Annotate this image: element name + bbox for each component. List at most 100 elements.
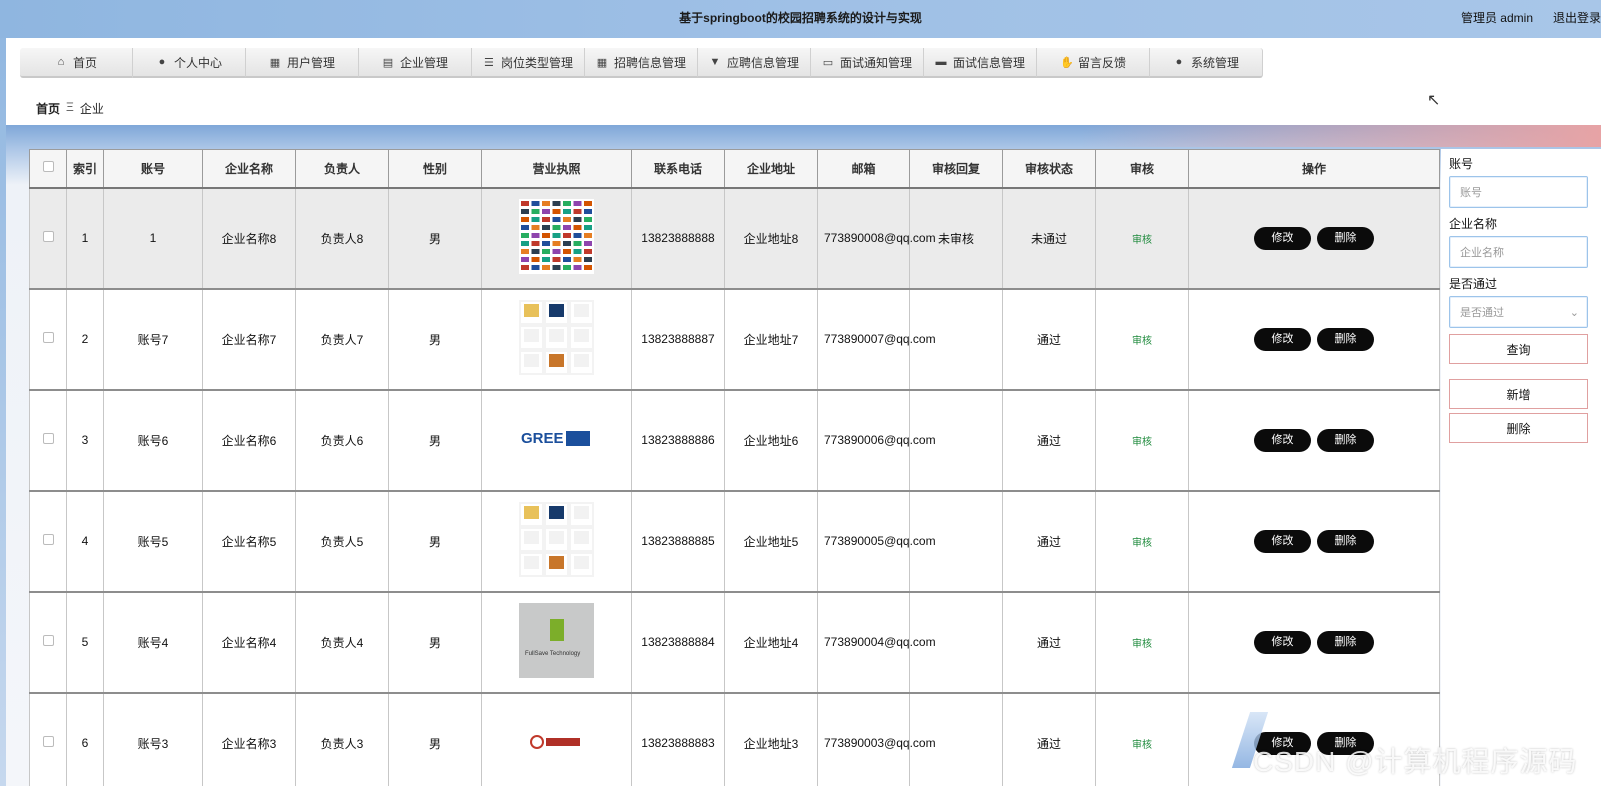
nav-item-7[interactable]: ▭ 面试通知管理	[811, 48, 924, 78]
business-licence-image[interactable]	[519, 199, 594, 274]
edit-button[interactable]: 修改	[1254, 226, 1311, 250]
table-row[interactable]: 4 账号5 企业名称5 负责人5 男 13823888885 企业地址5 773890005@…	[29, 490, 1440, 593]
search-panel: 账号 账号 企业名称 企业名称 是否通过 是否通过 ⌄ 查询 新增 删除	[1441, 149, 1601, 786]
pin-icon: ▼	[709, 56, 721, 68]
audit-status-cell: 通过	[1002, 389, 1096, 492]
actions-cell: 修改 删除	[1188, 490, 1440, 593]
table-row[interactable]: 1 1 企业名称8 负责人8 男 13823888888 企业地址8 773890008@qq…	[29, 187, 1440, 290]
briefcase-icon: ▬	[935, 56, 947, 68]
audit-status-cell: 通过	[1002, 288, 1096, 391]
home-icon: ⌂	[57, 56, 65, 68]
column-header: 联系电话	[631, 149, 725, 189]
gender-cell: 男	[388, 187, 482, 290]
edit-button[interactable]: 修改	[1254, 327, 1311, 351]
audit-link[interactable]: 审核	[1132, 437, 1152, 448]
delete-button[interactable]: 删除	[1317, 428, 1374, 452]
owner-cell: 负责人7	[295, 288, 389, 391]
nav-item-1[interactable]: ● 个人中心	[133, 48, 246, 78]
nav-item-8[interactable]: ▬ 面试信息管理	[924, 48, 1037, 78]
nav-item-9[interactable]: ✋ 留言反馈	[1037, 48, 1150, 78]
pass-status-label: 是否通过	[1449, 277, 1498, 291]
column-header: 负责人	[295, 149, 389, 189]
row-checkbox[interactable]	[42, 635, 54, 646]
email-cell: 773890003@qq.com	[817, 692, 936, 786]
column-header: 审核状态	[1002, 149, 1096, 189]
row-checkbox[interactable]	[42, 736, 54, 747]
nav-item-6[interactable]: ▼ 应聘信息管理	[698, 48, 811, 78]
audit-link[interactable]: 审核	[1132, 336, 1152, 347]
edit-button[interactable]: 修改	[1254, 630, 1311, 654]
audit-link[interactable]: 审核	[1132, 235, 1152, 246]
phone-cell: 13823888883	[631, 692, 725, 786]
nav-item-2[interactable]: ▦ 用户管理	[246, 48, 359, 78]
row-checkbox-cell	[29, 490, 67, 593]
row-checkbox[interactable]	[42, 433, 54, 444]
batch-delete-button[interactable]: 删除	[1449, 413, 1588, 443]
table-row[interactable]: 2 账号7 企业名称7 负责人7 男 13823888887 企业地址7 773890007@…	[29, 288, 1440, 391]
phone-cell: 13823888885	[631, 490, 725, 593]
nav-item-3[interactable]: ▤ 企业管理	[359, 48, 472, 78]
audit-link[interactable]: 审核	[1132, 538, 1152, 549]
address-cell: 企业地址6	[724, 389, 818, 492]
delete-button[interactable]: 删除	[1317, 327, 1374, 351]
clipboard-icon: ▤	[382, 56, 394, 69]
delete-button[interactable]: 删除	[1317, 630, 1374, 654]
account-search-input[interactable]: 账号	[1449, 176, 1588, 208]
index-cell: 5	[66, 591, 104, 694]
breadcrumb-home[interactable]: 首页	[36, 100, 60, 117]
row-checkbox-cell	[29, 288, 67, 391]
row-checkbox-cell	[29, 389, 67, 492]
gender-cell: 男	[388, 591, 482, 694]
index-cell: 2	[66, 288, 104, 391]
audit-link[interactable]: 审核	[1132, 639, 1152, 650]
add-button[interactable]: 新增	[1449, 379, 1588, 409]
account-cell: 账号5	[103, 490, 203, 593]
company-name-cell: 企业名称4	[202, 591, 296, 694]
row-checkbox[interactable]	[42, 534, 54, 545]
nav-item-5[interactable]: ▦ 招聘信息管理	[585, 48, 698, 78]
audit-cell: 审核	[1095, 591, 1189, 694]
logout-link[interactable]: 退出登录	[1553, 9, 1601, 26]
email-cell: 773890005@qq.com	[817, 490, 936, 593]
row-checkbox-cell	[29, 692, 67, 786]
edit-button[interactable]: 修改	[1254, 428, 1311, 452]
business-licence-image[interactable]	[519, 300, 594, 375]
audit-cell: 审核	[1095, 187, 1189, 290]
row-checkbox[interactable]	[42, 332, 54, 343]
business-licence-image[interactable]: FullSave Technology	[519, 603, 594, 678]
nav-item-10[interactable]: ● 系统管理	[1150, 48, 1263, 78]
select-all-checkbox[interactable]	[29, 149, 67, 189]
audit-cell: 审核	[1095, 288, 1189, 391]
address-cell: 企业地址3	[724, 692, 818, 786]
account-cell: 1	[103, 187, 203, 290]
nav-item-0[interactable]: ⌂ 首页	[20, 48, 133, 78]
delete-button[interactable]: 删除	[1317, 226, 1374, 250]
table-row[interactable]: 3 账号6 企业名称6 负责人6 男 GREE 13823888886 企业地址6 773890…	[29, 389, 1440, 492]
business-licence-image[interactable]: GREE	[519, 401, 594, 476]
account-cell: 账号6	[103, 389, 203, 492]
nav-item-label: 系统管理	[1190, 55, 1239, 70]
gender-cell: 男	[388, 288, 482, 391]
table-row[interactable]: 5 账号4 企业名称4 负责人4 男 FullSave Technology 1382388…	[29, 591, 1440, 694]
business-licence-image[interactable]	[519, 704, 594, 779]
account-cell: 账号4	[103, 591, 203, 694]
row-checkbox[interactable]	[42, 231, 54, 242]
audit-link[interactable]: 审核	[1132, 740, 1152, 751]
pass-status-select[interactable]: 是否通过 ⌄	[1449, 296, 1588, 328]
address-cell: 企业地址5	[724, 490, 818, 593]
address-cell: 企业地址7	[724, 288, 818, 391]
index-cell: 3	[66, 389, 104, 492]
table-row[interactable]: 6 账号3 企业名称3 负责人3 男 13823888883 企业地址3 773890003@…	[29, 692, 1440, 786]
nav-item-4[interactable]: ☰ 岗位类型管理	[472, 48, 585, 78]
delete-button[interactable]: 删除	[1317, 529, 1374, 553]
audit-status-cell: 通过	[1002, 490, 1096, 593]
query-button[interactable]: 查询	[1449, 334, 1588, 364]
column-header: 企业地址	[724, 149, 818, 189]
column-header: 索引	[66, 149, 104, 189]
audit-cell: 审核	[1095, 490, 1189, 593]
business-licence-cell: FullSave Technology	[481, 591, 632, 694]
business-licence-image[interactable]	[519, 502, 594, 577]
column-header: 账号	[103, 149, 203, 189]
company-name-search-input[interactable]: 企业名称	[1449, 236, 1588, 268]
edit-button[interactable]: 修改	[1254, 529, 1311, 553]
